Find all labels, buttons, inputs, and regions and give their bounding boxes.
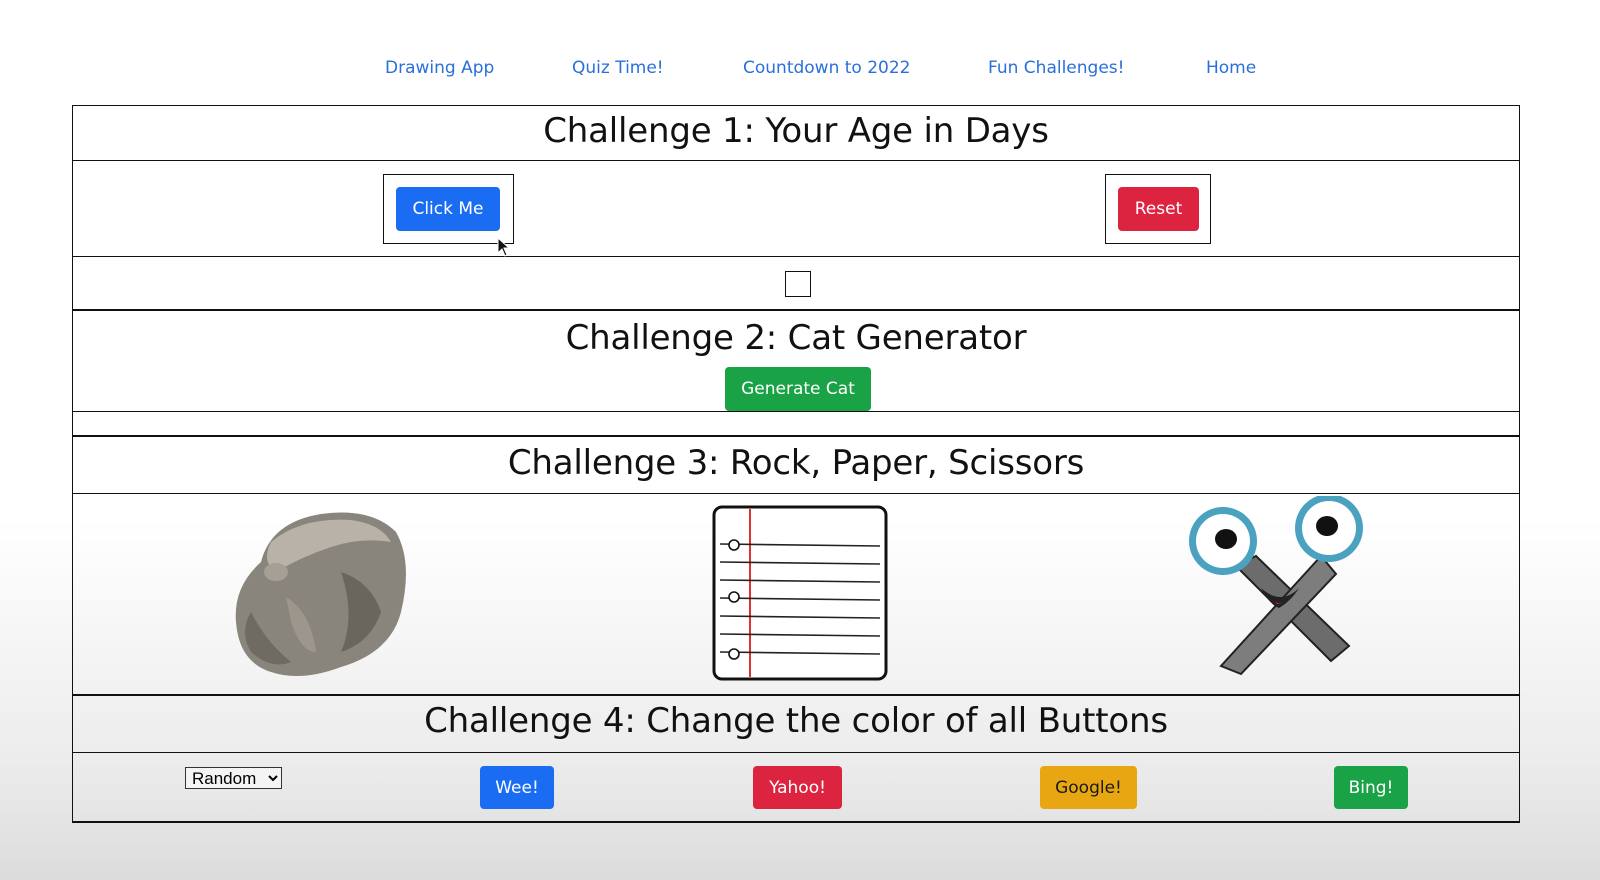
challenge-3-title: Challenge 3: Rock, Paper, Scissors [507, 443, 1085, 483]
top-nav: Drawing App Quiz Time! Countdown to 2022… [0, 58, 1600, 88]
reset-frame: Reset [1105, 174, 1211, 244]
paper-image[interactable] [710, 504, 890, 684]
nav-link-fun-challenges[interactable]: Fun Challenges! [988, 58, 1124, 78]
paper-icon [712, 505, 888, 681]
rock-icon [235, 512, 406, 676]
challenge-2-panel: Challenge 2: Cat Generator Generate Cat [72, 310, 1520, 412]
challenge-1-title-panel: Challenge 1: Your Age in Days [72, 105, 1520, 161]
scissors-image[interactable] [1181, 494, 1371, 686]
nav-link-home[interactable]: Home [1206, 58, 1256, 78]
nav-link-drawing-app[interactable]: Drawing App [385, 58, 494, 78]
bing-button[interactable]: Bing! [1334, 766, 1408, 809]
result-box [785, 271, 811, 297]
yahoo-button[interactable]: Yahoo! [753, 766, 842, 809]
challenge-4-buttons: Random Wee! Yahoo! Google! Bing! [72, 752, 1520, 823]
challenge-1-result [72, 256, 1520, 311]
challenge-4-title: Challenge 4: Change the color of all But… [424, 701, 1168, 741]
cursor-arrow-icon [497, 236, 511, 257]
rock-image[interactable] [231, 502, 411, 682]
mouse-cursor [497, 236, 511, 262]
challenge-4-title-panel: Challenge 4: Change the color of all But… [72, 695, 1520, 753]
scissors-icon [1189, 494, 1363, 676]
rps-choices [72, 493, 1520, 696]
challenge-1-title: Challenge 1: Your Age in Days [543, 111, 1049, 151]
cat-flexbox [72, 411, 1520, 437]
click-me-button[interactable]: Click Me [396, 187, 500, 231]
challenge-1-controls: Click Me Reset [72, 160, 1520, 257]
google-button[interactable]: Google! [1040, 766, 1137, 809]
generate-cat-button[interactable]: Generate Cat [725, 367, 871, 411]
nav-link-quiz-time[interactable]: Quiz Time! [572, 58, 664, 78]
challenge-3-title-panel: Challenge 3: Rock, Paper, Scissors [72, 436, 1520, 494]
challenge-2-title: Challenge 2: Cat Generator [565, 318, 1027, 358]
color-select[interactable]: Random [185, 767, 282, 789]
reset-button[interactable]: Reset [1118, 187, 1199, 231]
wee-button[interactable]: Wee! [480, 766, 554, 809]
click-me-frame: Click Me [383, 174, 514, 244]
nav-link-countdown[interactable]: Countdown to 2022 [743, 58, 911, 78]
